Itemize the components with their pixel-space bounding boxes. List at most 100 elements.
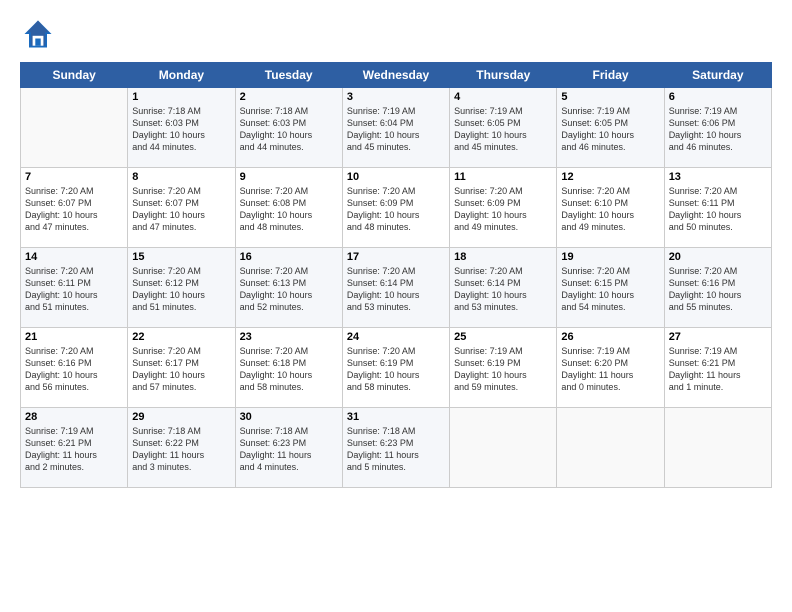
- day-number: 12: [561, 171, 659, 183]
- day-cell: 10Sunrise: 7:20 AM Sunset: 6:09 PM Dayli…: [342, 168, 449, 248]
- day-number: 21: [25, 331, 123, 343]
- day-number: 20: [669, 251, 767, 263]
- day-info: Sunrise: 7:19 AM Sunset: 6:06 PM Dayligh…: [669, 105, 767, 154]
- week-row-0: 1Sunrise: 7:18 AM Sunset: 6:03 PM Daylig…: [21, 88, 772, 168]
- logo: [20, 16, 60, 52]
- day-cell: [450, 408, 557, 488]
- day-info: Sunrise: 7:20 AM Sunset: 6:08 PM Dayligh…: [240, 185, 338, 234]
- day-number: 16: [240, 251, 338, 263]
- day-cell: [557, 408, 664, 488]
- day-number: 30: [240, 411, 338, 423]
- day-cell: 12 Sunrise: 7:20 AM Sunset: 6:10 PM Dayli…: [557, 168, 664, 248]
- week-row-1: 7 Sunrise: 7:20 AM Sunset: 6:07 PM Daylig…: [21, 168, 772, 248]
- day-cell: 17 Sunrise: 7:20 AM Sunset: 6:14 PM Dayli…: [342, 248, 449, 328]
- day-number: 7: [25, 171, 123, 183]
- day-number: 27: [669, 331, 767, 343]
- day-cell: 21Sunrise: 7:20 AM Sunset: 6:16 PM Dayli…: [21, 328, 128, 408]
- day-cell: 30 Sunrise: 7:18 AM Sunset: 6:23 PM Dayli…: [235, 408, 342, 488]
- day-number: 17: [347, 251, 445, 263]
- day-number: 11: [454, 171, 552, 183]
- day-number: 19: [561, 251, 659, 263]
- day-info: Sunrise: 7:19 AM Sunset: 6:04 PM Dayligh…: [347, 105, 445, 154]
- day-number: 13: [669, 171, 767, 183]
- header-cell-friday: Friday: [557, 63, 664, 88]
- day-info: Sunrise: 7:18 AM Sunset: 6:23 PM Dayligh…: [240, 425, 338, 474]
- day-info: Sunrise: 7:20 AM Sunset: 6:13 PM Dayligh…: [240, 265, 338, 314]
- day-number: 8: [132, 171, 230, 183]
- day-number: 31: [347, 411, 445, 423]
- day-info: Sunrise: 7:20 AM Sunset: 6:12 PM Dayligh…: [132, 265, 230, 314]
- day-info: Sunrise: 7:19 AM Sunset: 6:21 PM Dayligh…: [669, 345, 767, 394]
- day-info: Sunrise: 7:20 AM Sunset: 6:16 PM Dayligh…: [669, 265, 767, 314]
- day-info: Sunrise: 7:20 AM Sunset: 6:14 PM Dayligh…: [347, 265, 445, 314]
- day-info: Sunrise: 7:20 AM Sunset: 6:15 PM Dayligh…: [561, 265, 659, 314]
- day-cell: 20 Sunrise: 7:20 AM Sunset: 6:16 PM Dayli…: [664, 248, 771, 328]
- day-cell: 18 Sunrise: 7:20 AM Sunset: 6:14 PM Dayli…: [450, 248, 557, 328]
- header-cell-wednesday: Wednesday: [342, 63, 449, 88]
- day-cell: 8 Sunrise: 7:20 AM Sunset: 6:07 PM Daylig…: [128, 168, 235, 248]
- header-cell-thursday: Thursday: [450, 63, 557, 88]
- header: [20, 16, 772, 52]
- day-cell: 1Sunrise: 7:18 AM Sunset: 6:03 PM Daylig…: [128, 88, 235, 168]
- day-info: Sunrise: 7:20 AM Sunset: 6:17 PM Dayligh…: [132, 345, 230, 394]
- day-info: Sunrise: 7:20 AM Sunset: 6:11 PM Dayligh…: [669, 185, 767, 234]
- calendar-body: 1Sunrise: 7:18 AM Sunset: 6:03 PM Daylig…: [21, 88, 772, 488]
- day-number: 15: [132, 251, 230, 263]
- header-row: SundayMondayTuesdayWednesdayThursdayFrid…: [21, 63, 772, 88]
- day-info: Sunrise: 7:20 AM Sunset: 6:19 PM Dayligh…: [347, 345, 445, 394]
- day-info: Sunrise: 7:20 AM Sunset: 6:11 PM Dayligh…: [25, 265, 123, 314]
- day-cell: [21, 88, 128, 168]
- day-cell: 9 Sunrise: 7:20 AM Sunset: 6:08 PM Daylig…: [235, 168, 342, 248]
- day-cell: 2 Sunrise: 7:18 AM Sunset: 6:03 PM Daylig…: [235, 88, 342, 168]
- day-number: 3: [347, 91, 445, 103]
- day-info: Sunrise: 7:20 AM Sunset: 6:07 PM Dayligh…: [132, 185, 230, 234]
- header-cell-sunday: Sunday: [21, 63, 128, 88]
- week-row-2: 14 Sunrise: 7:20 AM Sunset: 6:11 PM Dayli…: [21, 248, 772, 328]
- day-info: Sunrise: 7:19 AM Sunset: 6:05 PM Dayligh…: [454, 105, 552, 154]
- page: SundayMondayTuesdayWednesdayThursdayFrid…: [0, 0, 792, 498]
- day-number: 5: [561, 91, 659, 103]
- day-cell: 27 Sunrise: 7:19 AM Sunset: 6:21 PM Dayli…: [664, 328, 771, 408]
- calendar-header: SundayMondayTuesdayWednesdayThursdayFrid…: [21, 63, 772, 88]
- day-cell: 15 Sunrise: 7:20 AM Sunset: 6:12 PM Dayli…: [128, 248, 235, 328]
- day-number: 23: [240, 331, 338, 343]
- day-cell: 11 Sunrise: 7:20 AM Sunset: 6:09 PM Dayli…: [450, 168, 557, 248]
- day-info: Sunrise: 7:19 AM Sunset: 6:20 PM Dayligh…: [561, 345, 659, 394]
- header-cell-saturday: Saturday: [664, 63, 771, 88]
- day-number: 14: [25, 251, 123, 263]
- day-cell: 22 Sunrise: 7:20 AM Sunset: 6:17 PM Dayli…: [128, 328, 235, 408]
- day-cell: 26 Sunrise: 7:19 AM Sunset: 6:20 PM Dayli…: [557, 328, 664, 408]
- day-number: 25: [454, 331, 552, 343]
- day-info: Sunrise: 7:18 AM Sunset: 6:03 PM Dayligh…: [240, 105, 338, 154]
- day-number: 26: [561, 331, 659, 343]
- day-number: 2: [240, 91, 338, 103]
- day-number: 22: [132, 331, 230, 343]
- day-cell: 23 Sunrise: 7:20 AM Sunset: 6:18 PM Dayli…: [235, 328, 342, 408]
- day-cell: 4 Sunrise: 7:19 AM Sunset: 6:05 PM Daylig…: [450, 88, 557, 168]
- day-info: Sunrise: 7:18 AM Sunset: 6:03 PM Dayligh…: [132, 105, 230, 154]
- day-info: Sunrise: 7:19 AM Sunset: 6:21 PM Dayligh…: [25, 425, 123, 474]
- day-number: 6: [669, 91, 767, 103]
- day-cell: 13 Sunrise: 7:20 AM Sunset: 6:11 PM Dayli…: [664, 168, 771, 248]
- day-number: 24: [347, 331, 445, 343]
- calendar-table: SundayMondayTuesdayWednesdayThursdayFrid…: [20, 62, 772, 488]
- day-cell: 5Sunrise: 7:19 AM Sunset: 6:05 PM Daylig…: [557, 88, 664, 168]
- week-row-4: 28 Sunrise: 7:19 AM Sunset: 6:21 PM Dayli…: [21, 408, 772, 488]
- day-cell: 24 Sunrise: 7:20 AM Sunset: 6:19 PM Dayli…: [342, 328, 449, 408]
- day-info: Sunrise: 7:18 AM Sunset: 6:23 PM Dayligh…: [347, 425, 445, 474]
- day-info: Sunrise: 7:18 AM Sunset: 6:22 PM Dayligh…: [132, 425, 230, 474]
- day-info: Sunrise: 7:20 AM Sunset: 6:14 PM Dayligh…: [454, 265, 552, 314]
- day-cell: 7 Sunrise: 7:20 AM Sunset: 6:07 PM Daylig…: [21, 168, 128, 248]
- day-number: 18: [454, 251, 552, 263]
- header-cell-monday: Monday: [128, 63, 235, 88]
- day-cell: 19 Sunrise: 7:20 AM Sunset: 6:15 PM Dayli…: [557, 248, 664, 328]
- day-info: Sunrise: 7:20 AM Sunset: 6:07 PM Dayligh…: [25, 185, 123, 234]
- day-number: 9: [240, 171, 338, 183]
- day-info: Sunrise: 7:20 AM Sunset: 6:09 PM Dayligh…: [347, 185, 445, 234]
- day-number: 4: [454, 91, 552, 103]
- day-number: 28: [25, 411, 123, 423]
- day-info: Sunrise: 7:20 AM Sunset: 6:18 PM Dayligh…: [240, 345, 338, 394]
- day-info: Sunrise: 7:20 AM Sunset: 6:09 PM Dayligh…: [454, 185, 552, 234]
- day-info: Sunrise: 7:20 AM Sunset: 6:10 PM Dayligh…: [561, 185, 659, 234]
- day-info: Sunrise: 7:19 AM Sunset: 6:19 PM Dayligh…: [454, 345, 552, 394]
